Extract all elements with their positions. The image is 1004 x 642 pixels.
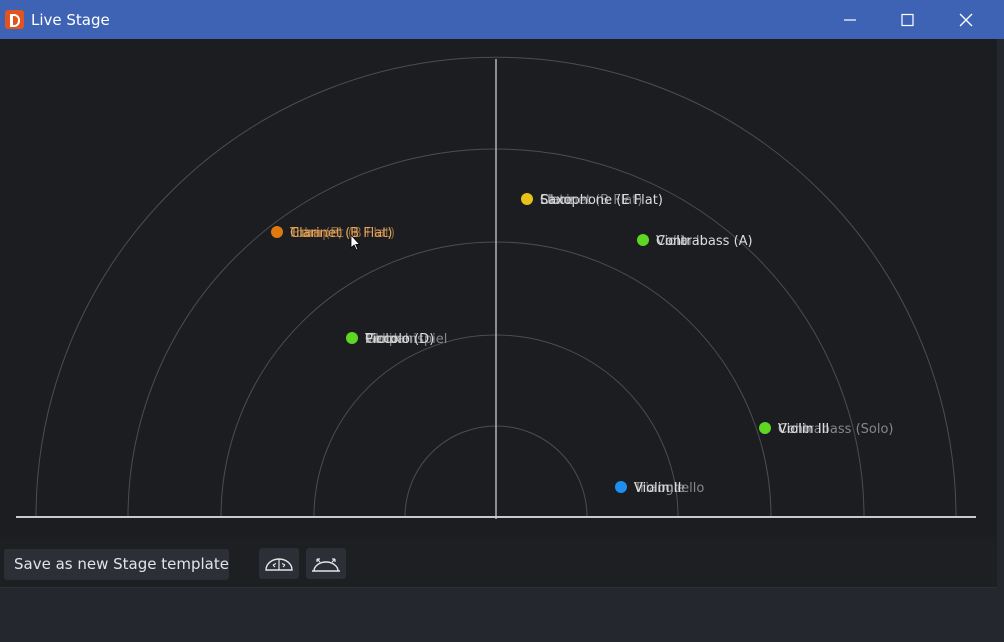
instrument-position[interactable]: Trumpet (B Flat)TubaHorn (F)Clarinet (B … xyxy=(271,226,395,241)
minimize-icon xyxy=(844,19,856,21)
window-edge xyxy=(997,39,1004,642)
stage-front-view-button[interactable] xyxy=(259,548,299,579)
instrument-position[interactable]: CelloViolin ITimpaniGlockenspielPiccolo … xyxy=(346,332,447,347)
maximize-icon xyxy=(901,13,914,27)
app-logo-icon xyxy=(5,10,24,29)
position-marker[interactable] xyxy=(271,226,283,238)
stage-area[interactable]: Trumpet (B Flat) Tuba Horn (F) Clarinet (B … xyxy=(0,39,997,537)
instrument-positions[interactable]: Trumpet (B Flat)TubaHorn (F)Clarinet (B … xyxy=(271,193,894,496)
position-marker[interactable] xyxy=(759,422,771,434)
status-area xyxy=(0,587,997,642)
instrument-position[interactable]: CelloViolin IIViolaContrabass (A) xyxy=(637,234,753,249)
live-stage-window: Live Stage Trumpet (B Flat) Tuba Horn (F) C… xyxy=(0,0,1004,642)
instrument-position[interactable]: Violin IICelloContrabass (Solo)Violin II… xyxy=(759,422,894,437)
close-button[interactable] xyxy=(937,0,995,39)
minimize-button[interactable] xyxy=(821,0,879,39)
title-bar[interactable]: Live Stage xyxy=(0,0,1004,39)
instrument-position[interactable]: Clarinet (B Flat)FluteOboeSaxophone (E F… xyxy=(521,193,663,208)
stage-front-view-icon xyxy=(265,558,293,571)
instrument-position[interactable]: Violin ITriangleVioloncelloViolin II xyxy=(615,481,704,496)
save-template-button[interactable]: Save as new Stage template xyxy=(4,549,229,580)
close-icon xyxy=(959,13,973,27)
position-marker[interactable] xyxy=(637,234,649,246)
position-marker[interactable] xyxy=(346,332,358,344)
position-marker[interactable] xyxy=(521,193,533,205)
instrument-label: Piccolo (D) xyxy=(365,332,434,347)
instrument-label: Contrabass (A) xyxy=(656,234,753,249)
stage-back-view-icon xyxy=(312,558,340,572)
maximize-button[interactable] xyxy=(879,0,937,39)
window-title: Live Stage xyxy=(31,11,110,29)
instrument-label: Saxophone (E Flat) xyxy=(540,193,663,208)
stage-back-view-button[interactable] xyxy=(306,548,346,579)
position-marker[interactable] xyxy=(615,481,627,493)
instrument-label: Clarinet (B Flat) xyxy=(290,226,392,241)
bottom-toolbar: Save as new Stage template xyxy=(0,537,997,587)
instrument-label: Violin III xyxy=(778,422,829,437)
instrument-label: Violin II xyxy=(634,481,681,496)
stage-diagram[interactable]: Trumpet (B Flat)TubaHorn (F)Clarinet (B … xyxy=(0,39,997,537)
